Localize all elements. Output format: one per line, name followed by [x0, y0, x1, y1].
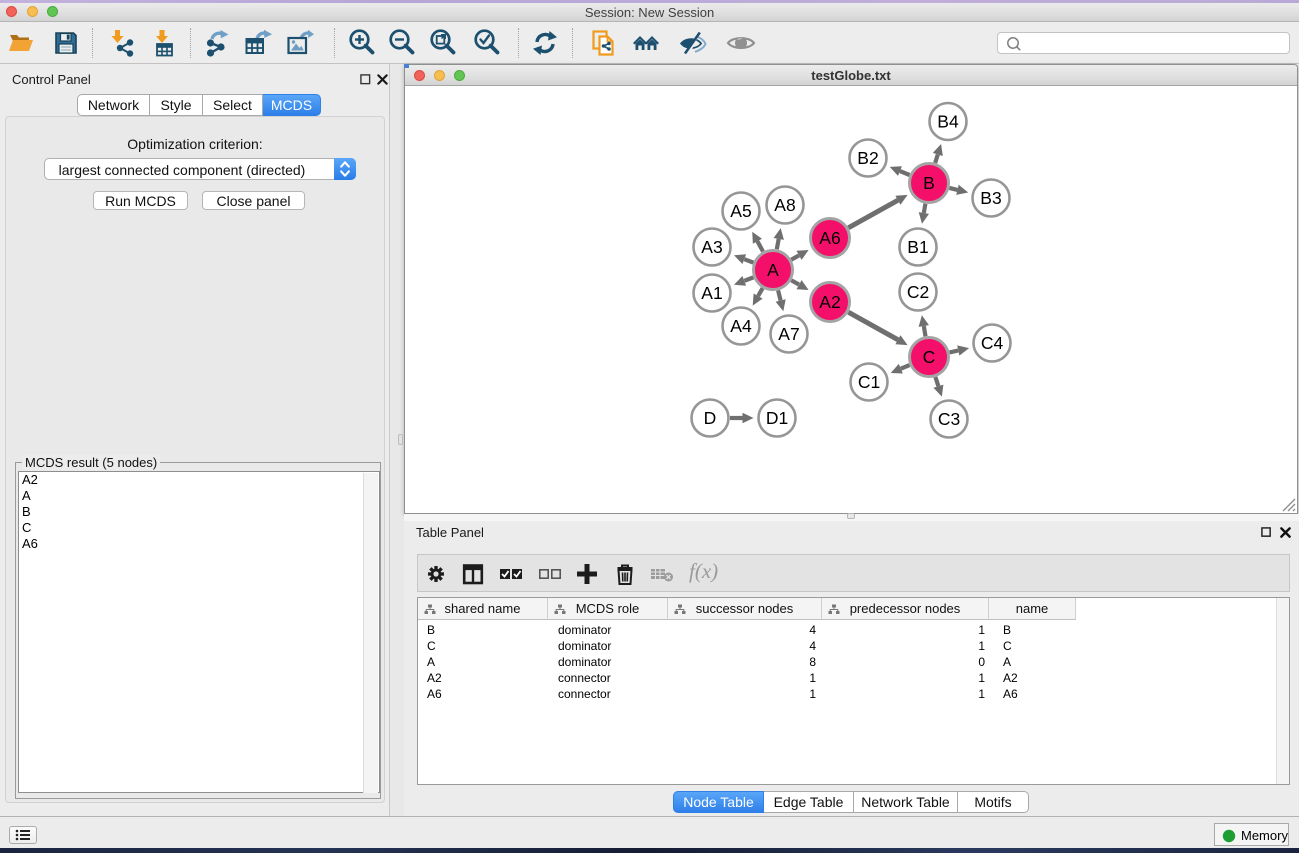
svg-text:A8: A8 — [774, 195, 795, 215]
svg-text:A3: A3 — [701, 237, 722, 257]
svg-text:C2: C2 — [907, 282, 929, 302]
svg-text:A5: A5 — [730, 201, 751, 221]
svg-text:A6: A6 — [819, 228, 840, 248]
svg-text:A2: A2 — [819, 292, 840, 312]
svg-text:C1: C1 — [858, 372, 880, 392]
svg-text:B3: B3 — [980, 188, 1001, 208]
svg-text:C: C — [923, 347, 936, 367]
svg-text:B4: B4 — [937, 112, 959, 132]
svg-text:A: A — [767, 260, 779, 280]
svg-text:D: D — [704, 408, 717, 428]
svg-text:B1: B1 — [907, 237, 928, 257]
svg-text:D1: D1 — [766, 408, 788, 428]
svg-text:C3: C3 — [938, 409, 960, 429]
svg-text:B: B — [923, 173, 935, 193]
svg-text:C4: C4 — [981, 333, 1004, 353]
svg-text:A1: A1 — [701, 283, 722, 303]
svg-text:B2: B2 — [857, 148, 878, 168]
svg-text:A7: A7 — [778, 324, 799, 344]
svg-text:A4: A4 — [730, 316, 752, 336]
